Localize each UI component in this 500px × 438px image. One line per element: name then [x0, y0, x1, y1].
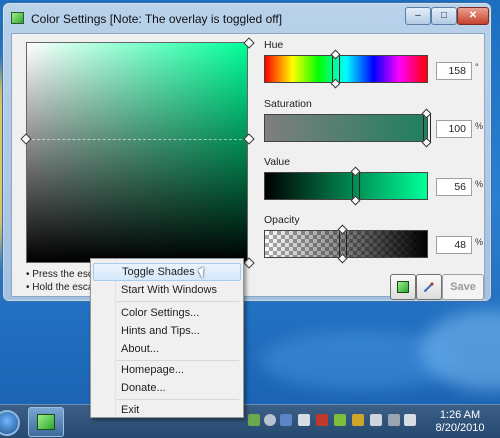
menu-item-exit[interactable]: Exit — [93, 401, 241, 419]
menu-item-start-with-windows[interactable]: Start With Windows — [93, 281, 241, 299]
menu-item-toggle-shades[interactable]: Toggle Shades — [93, 263, 241, 281]
maximize-button[interactable]: □ — [431, 7, 457, 25]
field-guide-line — [27, 139, 247, 140]
clock[interactable]: 1:26 AM 8/20/2010 — [430, 409, 490, 435]
tray-info-icon[interactable] — [280, 414, 292, 426]
window-title: Color Settings [Note: The overlay is tog… — [31, 12, 283, 26]
tray-speaker-icon[interactable] — [404, 414, 416, 426]
taskbar-app-button[interactable] — [28, 407, 64, 437]
menu-item-homepage[interactable]: Homepage... — [93, 361, 241, 379]
menu-item-about[interactable]: About... — [93, 340, 241, 358]
eyedropper-button[interactable] — [416, 274, 442, 300]
field-bottom-marker[interactable] — [243, 257, 255, 269]
field-right-marker[interactable] — [243, 133, 255, 145]
monitor-icon — [397, 281, 409, 293]
saturation-input[interactable]: 100 — [436, 120, 472, 138]
tray-network-icon[interactable] — [264, 414, 276, 426]
title-bar[interactable]: Color Settings [Note: The overlay is tog… — [3, 3, 491, 33]
hue-label: Hue — [264, 39, 284, 51]
tray-shield-icon[interactable] — [316, 414, 328, 426]
hue-unit: ° — [475, 62, 479, 72]
minimize-button[interactable]: – — [405, 7, 431, 25]
clock-time: 1:26 AM — [439, 409, 481, 421]
menu-separator — [117, 301, 239, 302]
value-input[interactable]: 56 — [436, 178, 472, 196]
color-settings-window: Color Settings [Note: The overlay is tog… — [2, 2, 492, 302]
tray-device-icon[interactable] — [298, 414, 310, 426]
opacity-unit: % — [475, 237, 484, 247]
value-unit: % — [475, 179, 484, 189]
saturation-slider[interactable] — [264, 108, 432, 148]
close-button[interactable]: ✕ — [457, 7, 489, 25]
value-slider[interactable] — [264, 166, 428, 206]
menu-item-donate[interactable]: Donate... — [93, 379, 241, 397]
save-button[interactable]: Save — [442, 274, 484, 300]
field-left-marker[interactable] — [20, 133, 32, 145]
value-label: Value — [264, 156, 291, 168]
eyedropper-icon — [424, 282, 434, 292]
menu-item-color-settings[interactable]: Color Settings... — [93, 304, 241, 322]
menu-separator — [117, 399, 239, 400]
tray-context-menu: Toggle Shades Start With Windows Color S… — [90, 258, 244, 418]
clock-date: 8/20/2010 — [435, 422, 485, 434]
saturation-unit: % — [475, 121, 484, 131]
opacity-input[interactable]: 48 — [436, 236, 472, 254]
tray-green-icon[interactable] — [334, 414, 346, 426]
field-top-marker[interactable] — [243, 37, 255, 49]
start-button[interactable] — [0, 410, 20, 436]
tray-monitor-icon[interactable] — [388, 414, 400, 426]
saturation-label: Saturation — [264, 98, 312, 110]
window-client-area: • Press the escape • Hold the escape Hue… — [11, 33, 485, 300]
monitor-icon — [11, 12, 24, 24]
menu-item-hints-and-tips[interactable]: Hints and Tips... — [93, 322, 241, 340]
tray-flag-icon[interactable] — [370, 414, 382, 426]
tray-yellow-icon[interactable] — [352, 414, 364, 426]
opacity-slider[interactable] — [264, 224, 428, 264]
saturation-value-field[interactable] — [20, 37, 255, 269]
opacity-label: Opacity — [264, 214, 300, 226]
hue-slider[interactable] — [264, 49, 428, 89]
hue-input[interactable]: 158 — [436, 62, 472, 80]
toggle-overlay-button[interactable] — [390, 274, 416, 300]
tray-app-icon[interactable] — [248, 414, 260, 426]
monitor-icon — [37, 414, 55, 430]
